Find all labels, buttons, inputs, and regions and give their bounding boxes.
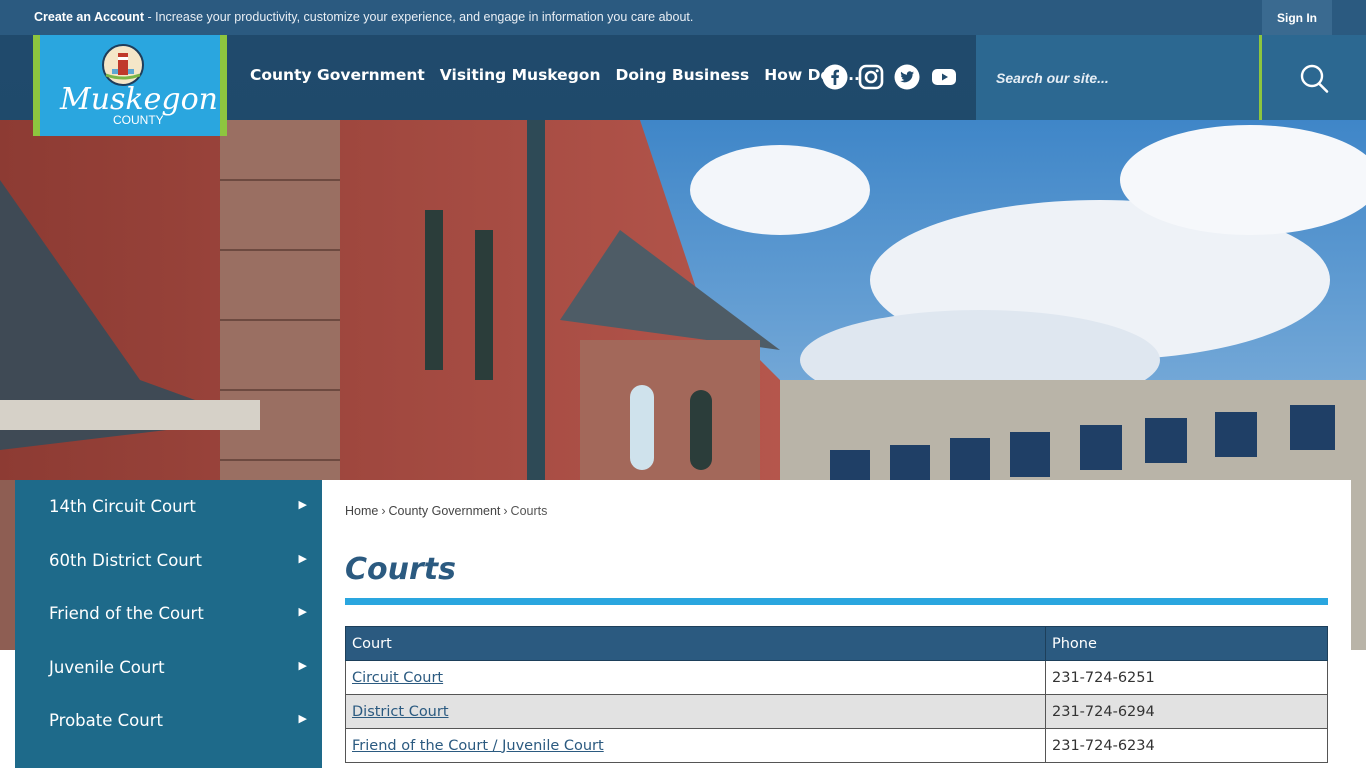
search-icon [1300,64,1329,93]
logo-county-text: COUNTY [113,113,164,127]
account-message-text: - Increase your productivity, customize … [143,10,694,24]
nav-doing-business[interactable]: Doing Business [615,66,749,84]
breadcrumb-current: Courts [510,504,548,518]
phone-cell: 231-724-6251 [1045,660,1328,695]
phone-cell: 231-724-6294 [1045,694,1328,729]
circuit-court-link[interactable]: Circuit Court [352,670,443,686]
caret-right-icon: ▶ [298,551,307,565]
caret-right-icon: ▶ [298,658,307,672]
facebook-icon[interactable] [822,64,848,90]
sidebar-item-probate-court[interactable]: Probate Court ▶ [15,694,322,748]
title-divider [345,598,1328,605]
youtube-icon[interactable] [930,64,958,90]
phone-cell: 231-724-6234 [1045,728,1328,763]
sidebar-item-14th-circuit-court[interactable]: 14th Circuit Court ▶ [15,480,322,534]
court-cell: Friend of the Court / Juvenile Court [345,728,1046,763]
breadcrumb-separator: › [381,504,386,518]
muskegon-logo-icon: Muskegon COUNTY [59,44,218,127]
sidebar-item-label: Juvenile Court [49,657,165,677]
breadcrumb: Home › County Government › Courts [345,504,547,518]
sidebar-item-label: Friend of the Court [49,604,204,624]
create-account-link[interactable]: Create an Account [34,10,144,24]
nav-county-government[interactable]: County Government [250,66,425,84]
column-header-phone: Phone [1045,626,1328,661]
breadcrumb-separator: › [503,504,508,518]
district-court-link[interactable]: District Court [352,704,449,720]
court-cell: District Court [345,694,1046,729]
sidebar-item-juvenile-court[interactable]: Juvenile Court ▶ [15,641,322,695]
caret-right-icon: ▶ [298,498,307,511]
main-nav: County Government Visiting Muskegon Doin… [250,66,860,84]
sidebar-nav: 14th Circuit Court ▶ 60th District Court… [15,480,322,768]
sidebar-item-label: 60th District Court [49,550,203,570]
sidebar-item-friend-of-the-court[interactable]: Friend of the Court ▶ [15,587,322,641]
instagram-icon[interactable] [858,64,884,90]
site-header: Muskegon COUNTY County Government Visiti… [0,35,1366,136]
logo-name-text: Muskegon [59,82,218,117]
table-row: Friend of the Court / Juvenile Court 231… [345,728,1328,763]
search-input[interactable] [976,35,1258,120]
sidebar-item-label: 14th Circuit Court [49,497,196,517]
account-message: Create an Account - Increase your produc… [34,10,693,24]
sidebar-item-label: Probate Court [49,711,163,731]
sidebar-item-60th-district-court[interactable]: 60th District Court ▶ [15,534,322,588]
breadcrumb-home[interactable]: Home [345,504,378,518]
county-logo[interactable]: Muskegon COUNTY [33,35,227,136]
column-header-court: Court [345,626,1046,661]
courts-table: Court Phone Circuit Court 231-724-6251 D… [345,626,1328,763]
caret-right-icon: ▶ [298,605,307,618]
account-bar: Create an Account - Increase your produc… [0,0,1366,35]
sign-in-button[interactable]: Sign In [1262,0,1332,35]
nav-visiting-muskegon[interactable]: Visiting Muskegon [440,66,601,84]
search-button[interactable] [1259,35,1366,120]
table-row: Circuit Court 231-724-6251 [345,660,1328,695]
page-title: Courts [345,552,456,587]
court-cell: Circuit Court [345,660,1046,695]
main-content: Home › County Government › Courts Courts Cou… [322,480,1351,768]
twitter-icon[interactable] [894,64,920,90]
breadcrumb-county-government[interactable]: County Government [389,504,501,518]
social-links [822,64,958,90]
caret-right-icon: ▶ [298,712,307,725]
table-header-row: Court Phone [345,626,1328,661]
table-row: District Court 231-724-6294 [345,694,1328,729]
friend-of-the-court-link[interactable]: Friend of the Court / Juvenile Court [352,738,604,754]
